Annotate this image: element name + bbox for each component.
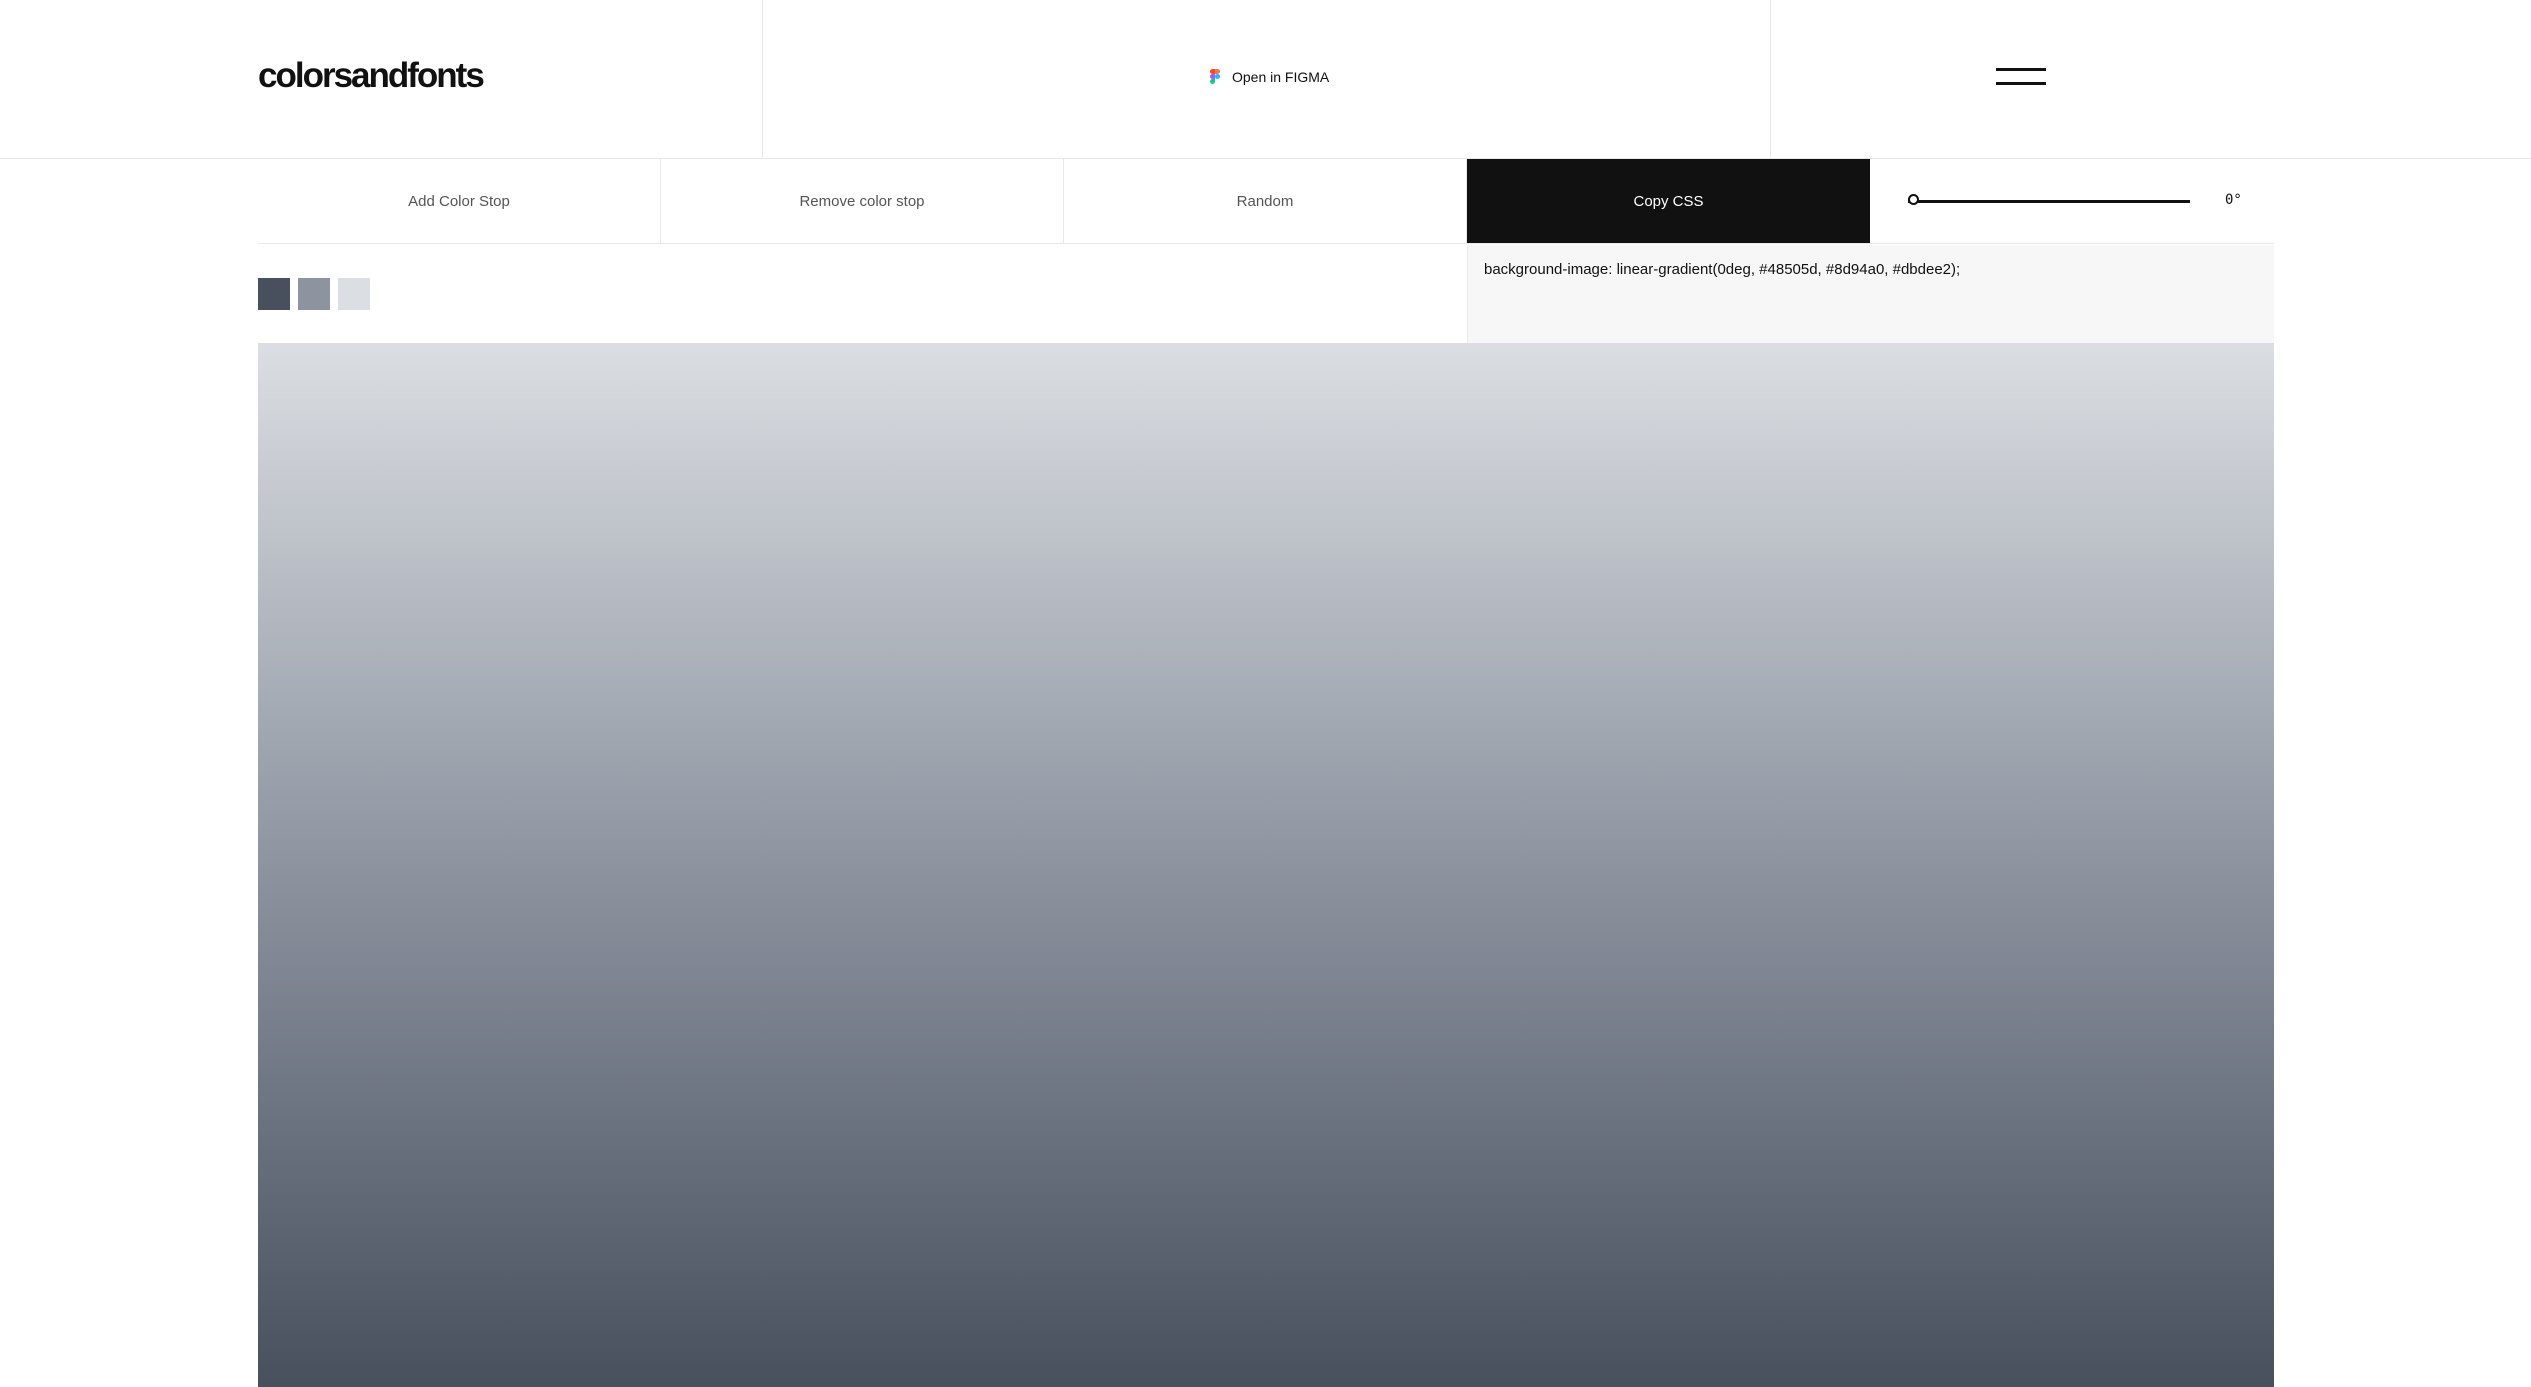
header-divider: [762, 0, 763, 159]
header-divider: [1770, 0, 1771, 159]
brand-logo[interactable]: colorsandfonts: [258, 56, 485, 96]
figma-icon: [1210, 69, 1220, 85]
color-stop-swatch[interactable]: [258, 278, 290, 310]
css-code: background-image: linear-gradient(0deg, …: [1484, 261, 1961, 278]
color-stop-swatch[interactable]: [298, 278, 330, 310]
add-color-stop-button[interactable]: Add Color Stop: [258, 159, 661, 243]
angle-slider-thumb[interactable]: [1908, 194, 1919, 205]
remove-color-stop-button[interactable]: Remove color stop: [661, 159, 1064, 243]
gradient-preview: [258, 343, 2274, 1387]
open-in-figma-label: Open in FIGMA: [1232, 69, 1330, 85]
color-stop-swatches: [258, 278, 370, 310]
angle-control: 0°: [1870, 159, 2274, 243]
top-header: colorsandfonts Open in FIGMA: [0, 0, 2531, 159]
open-in-figma-button[interactable]: Open in FIGMA: [1210, 66, 1329, 88]
gradient-toolbar: Add Color Stop Remove color stop Random …: [258, 159, 2274, 244]
color-stop-swatch[interactable]: [338, 278, 370, 310]
css-output[interactable]: background-image: linear-gradient(0deg, …: [1467, 245, 2274, 343]
angle-value: 0°: [2225, 192, 2242, 208]
copy-css-button[interactable]: Copy CSS: [1467, 159, 1870, 243]
random-button[interactable]: Random: [1064, 159, 1467, 243]
hamburger-menu-icon[interactable]: [1996, 66, 2046, 90]
angle-slider-track[interactable]: [1908, 194, 2190, 205]
